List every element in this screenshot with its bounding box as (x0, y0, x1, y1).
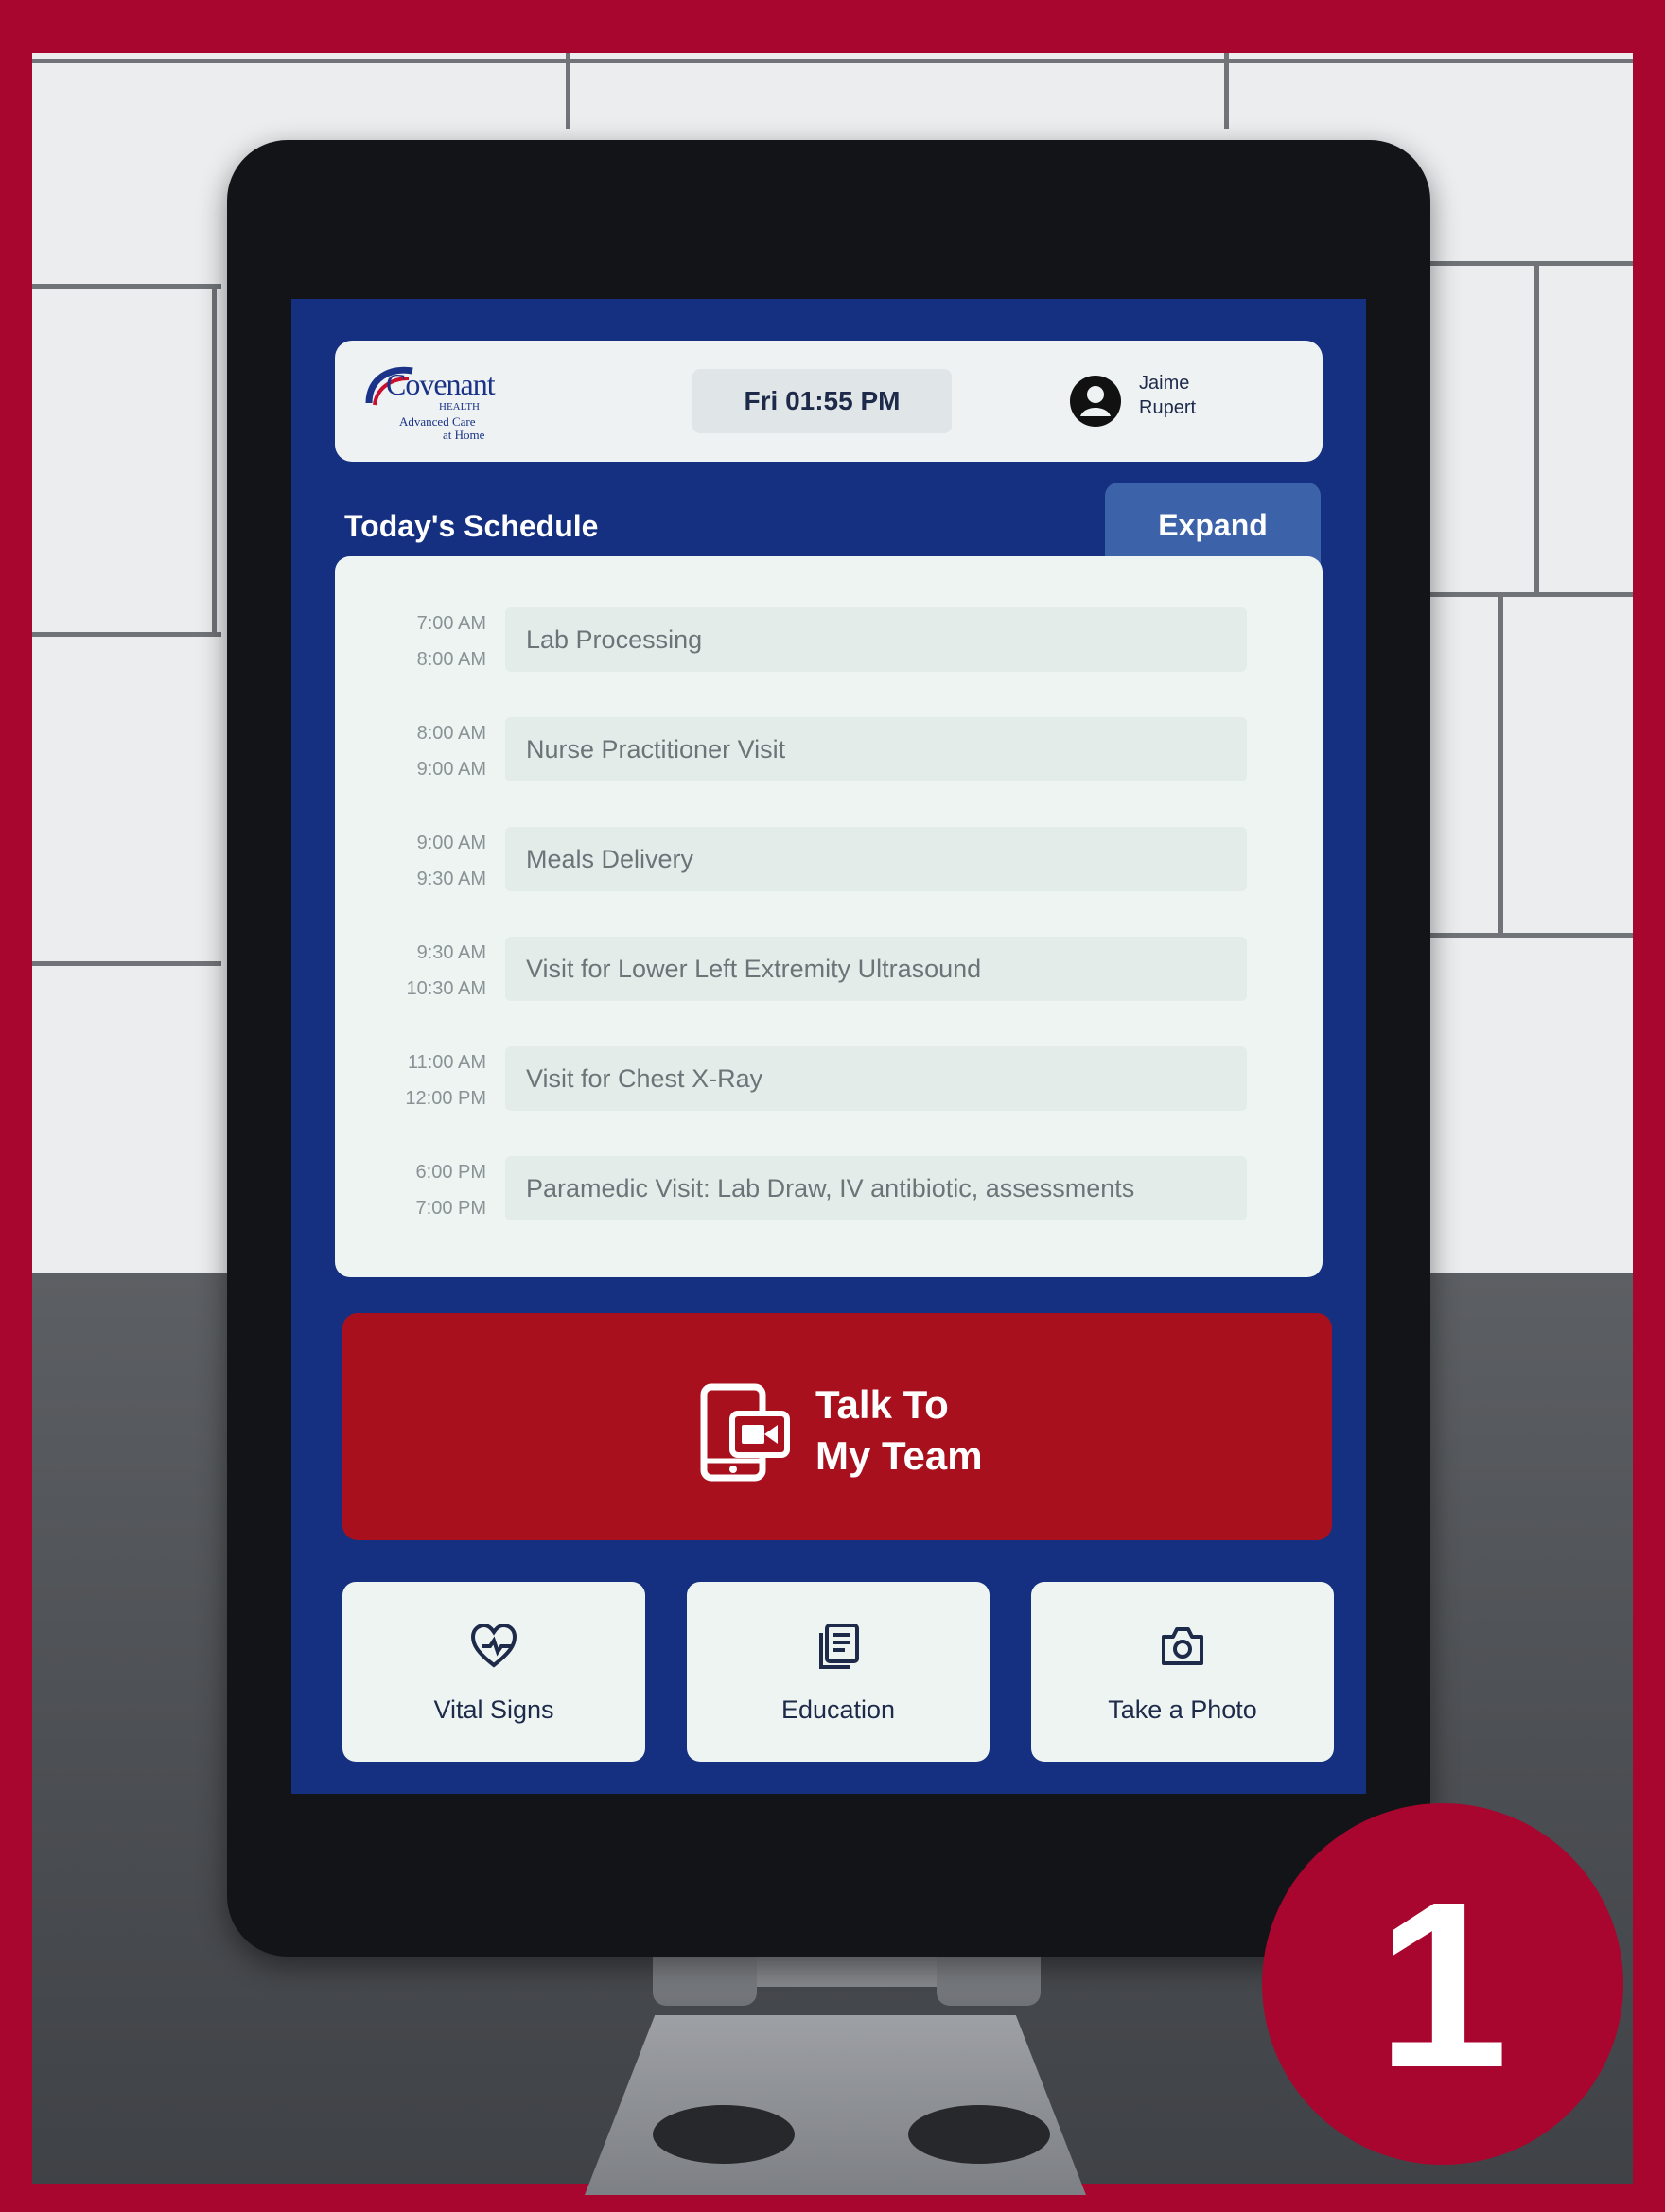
tile-grout (1534, 261, 1539, 592)
tile-grout (32, 632, 221, 637)
education-label: Education (780, 1695, 896, 1724)
vital-signs-button[interactable]: Vital Signs (342, 1582, 645, 1762)
user-avatar-icon[interactable] (1069, 375, 1122, 428)
user-last-name: Rupert (1139, 397, 1197, 418)
end-time: 9:30 AM (416, 869, 486, 889)
talk-to-my-team-button[interactable]: Talk To My Team (342, 1313, 1332, 1540)
expand-button[interactable]: Expand (1105, 483, 1321, 568)
datetime-display: Fri 01:55 PM (692, 369, 952, 433)
schedule-list: 7:00 AM 8:00 AM Lab Processing 8:00 AM 9… (335, 556, 1323, 1277)
schedule-event: Nurse Practitioner Visit (505, 717, 1247, 781)
schedule-title: Today's Schedule (344, 509, 599, 543)
step-number-badge: 1 (1262, 1803, 1623, 2165)
covenant-logo: Covenant HEALTH Advanced Care at Home (361, 361, 503, 443)
schedule-row[interactable]: 11:00 AM 12:00 PM Visit for Chest X-Ray (335, 1037, 1323, 1132)
tile-grout (566, 53, 570, 129)
start-time: 9:30 AM (416, 942, 486, 963)
education-button[interactable]: Education (687, 1582, 990, 1762)
vital-signs-label: Vital Signs (433, 1695, 554, 1724)
end-time: 9:00 AM (416, 759, 486, 780)
tile-grout (32, 284, 221, 289)
schedule-time: 9:30 AM 10:30 AM (363, 935, 486, 1007)
schedule-time: 11:00 AM 12:00 PM (363, 1045, 486, 1116)
tablet-device: Covenant HEALTH Advanced Care at Home Fr… (227, 140, 1430, 1957)
stand-base (585, 2015, 1086, 2195)
user-name[interactable]: Jaime Rupert (1139, 371, 1253, 420)
end-time: 12:00 PM (405, 1088, 486, 1109)
start-time: 7:00 AM (416, 613, 486, 634)
schedule-event: Visit for Lower Left Extremity Ultrasoun… (505, 937, 1247, 1001)
start-time: 9:00 AM (416, 833, 486, 853)
logo-brand-text: Covenant (386, 367, 496, 401)
schedule-row[interactable]: 8:00 AM 9:00 AM Nurse Practitioner Visit (335, 708, 1323, 802)
schedule-row[interactable]: 9:30 AM 10:30 AM Visit for Lower Left Ex… (335, 927, 1323, 1022)
user-first-name: Jaime (1139, 373, 1190, 394)
schedule-event: Visit for Chest X-Ray (505, 1046, 1247, 1111)
stand-hole (908, 2105, 1050, 2164)
start-time: 6:00 PM (415, 1162, 486, 1183)
schedule-event: Meals Delivery (505, 827, 1247, 891)
take-photo-button[interactable]: Take a Photo (1031, 1582, 1334, 1762)
start-time: 8:00 AM (416, 723, 486, 744)
app-screen: Covenant HEALTH Advanced Care at Home Fr… (291, 299, 1366, 1794)
heart-pulse-icon (470, 1623, 517, 1668)
talk-label-line1: Talk To (815, 1382, 949, 1427)
schedule-row[interactable]: 6:00 PM 7:00 PM Paramedic Visit: Lab Dra… (335, 1147, 1323, 1241)
schedule-time: 8:00 AM 9:00 AM (363, 715, 486, 787)
schedule-event: Paramedic Visit: Lab Draw, IV antibiotic… (505, 1156, 1247, 1220)
start-time: 11:00 AM (407, 1052, 486, 1073)
stand-hole (653, 2105, 795, 2164)
schedule-row[interactable]: 7:00 AM 8:00 AM Lab Processing (335, 598, 1323, 693)
header-bar: Covenant HEALTH Advanced Care at Home Fr… (335, 341, 1323, 462)
schedule-time: 7:00 AM 8:00 AM (363, 606, 486, 677)
logo-health-text: HEALTH (439, 401, 480, 413)
tile-grout (1224, 53, 1229, 129)
end-time: 10:30 AM (406, 978, 486, 999)
end-time: 8:00 AM (416, 649, 486, 670)
video-call-tablet-icon (700, 1383, 790, 1482)
tile-grout (32, 59, 1633, 63)
tile-grout (212, 284, 217, 632)
logo-line2-text: at Home (443, 428, 485, 442)
schedule-row[interactable]: 9:00 AM 9:30 AM Meals Delivery (335, 817, 1323, 912)
schedule-time: 6:00 PM 7:00 PM (363, 1154, 486, 1226)
tile-grout (32, 961, 221, 966)
camera-icon (1162, 1627, 1203, 1665)
schedule-event: Lab Processing (505, 607, 1247, 672)
tile-grout (1498, 592, 1503, 933)
end-time: 7:00 PM (415, 1198, 486, 1219)
talk-button-label: Talk To My Team (815, 1379, 1061, 1482)
schedule-time: 9:00 AM 9:30 AM (363, 825, 486, 897)
document-list-icon (819, 1624, 859, 1669)
take-photo-label: Take a Photo (1108, 1695, 1257, 1724)
talk-label-line2: My Team (815, 1433, 983, 1478)
